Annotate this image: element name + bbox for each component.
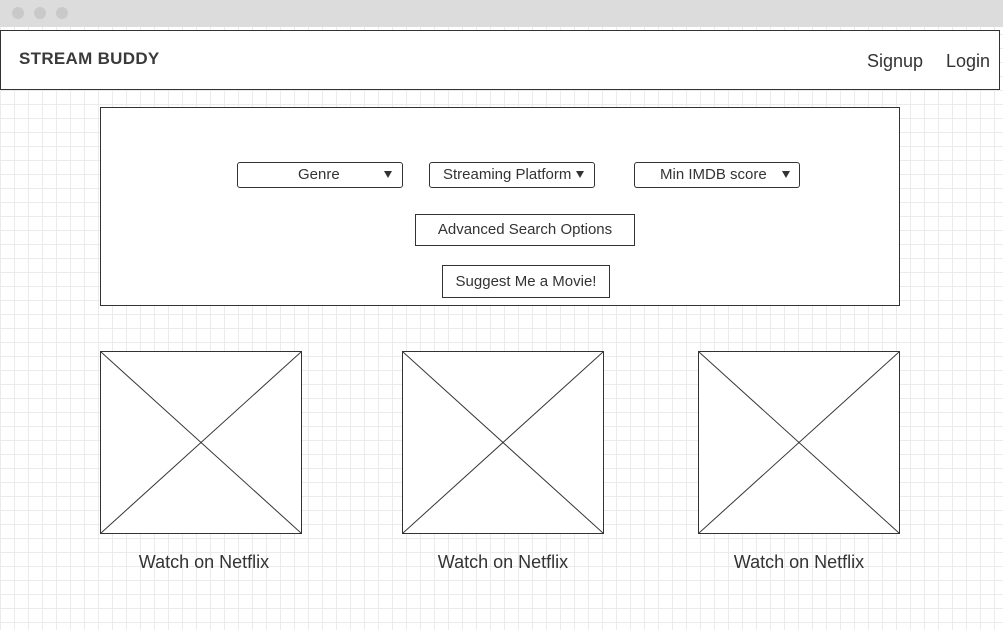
suggest-movie-button[interactable]: Suggest Me a Movie!	[442, 265, 610, 298]
search-panel: Genre Streaming Platform Min IMDB score …	[100, 107, 900, 306]
streaming-platform-dropdown-label: Streaming Platform	[443, 166, 572, 183]
image-placeholder-icon	[699, 352, 899, 533]
window-maximize-dot[interactable]	[56, 7, 68, 19]
genre-dropdown-label: Genre	[298, 166, 340, 183]
chevron-down-icon	[384, 171, 392, 178]
advanced-search-options-button[interactable]: Advanced Search Options	[415, 214, 635, 246]
min-imdb-score-dropdown[interactable]: Min IMDB score	[634, 162, 800, 188]
chevron-down-icon	[782, 171, 790, 178]
signup-link[interactable]: Signup	[867, 51, 923, 72]
streaming-platform-dropdown[interactable]: Streaming Platform	[429, 162, 595, 188]
brand-logo[interactable]: STREAM BUDDY	[19, 49, 160, 69]
image-placeholder-icon	[403, 352, 603, 533]
movie-poster-placeholder[interactable]	[100, 351, 302, 534]
navbar: STREAM BUDDY Signup Login	[0, 30, 1000, 90]
window-close-dot[interactable]	[12, 7, 24, 19]
watch-on-netflix-link[interactable]: Watch on Netflix	[674, 552, 924, 573]
movie-poster-placeholder[interactable]	[698, 351, 900, 534]
watch-on-netflix-link[interactable]: Watch on Netflix	[378, 552, 628, 573]
watch-on-netflix-link[interactable]: Watch on Netflix	[79, 552, 329, 573]
genre-dropdown[interactable]: Genre	[237, 162, 403, 188]
image-placeholder-icon	[101, 352, 301, 533]
login-link[interactable]: Login	[946, 51, 990, 72]
min-imdb-score-dropdown-label: Min IMDB score	[660, 166, 767, 183]
movie-poster-placeholder[interactable]	[402, 351, 604, 534]
window-minimize-dot[interactable]	[34, 7, 46, 19]
chevron-down-icon	[576, 171, 584, 178]
window-titlebar	[0, 0, 1003, 27]
